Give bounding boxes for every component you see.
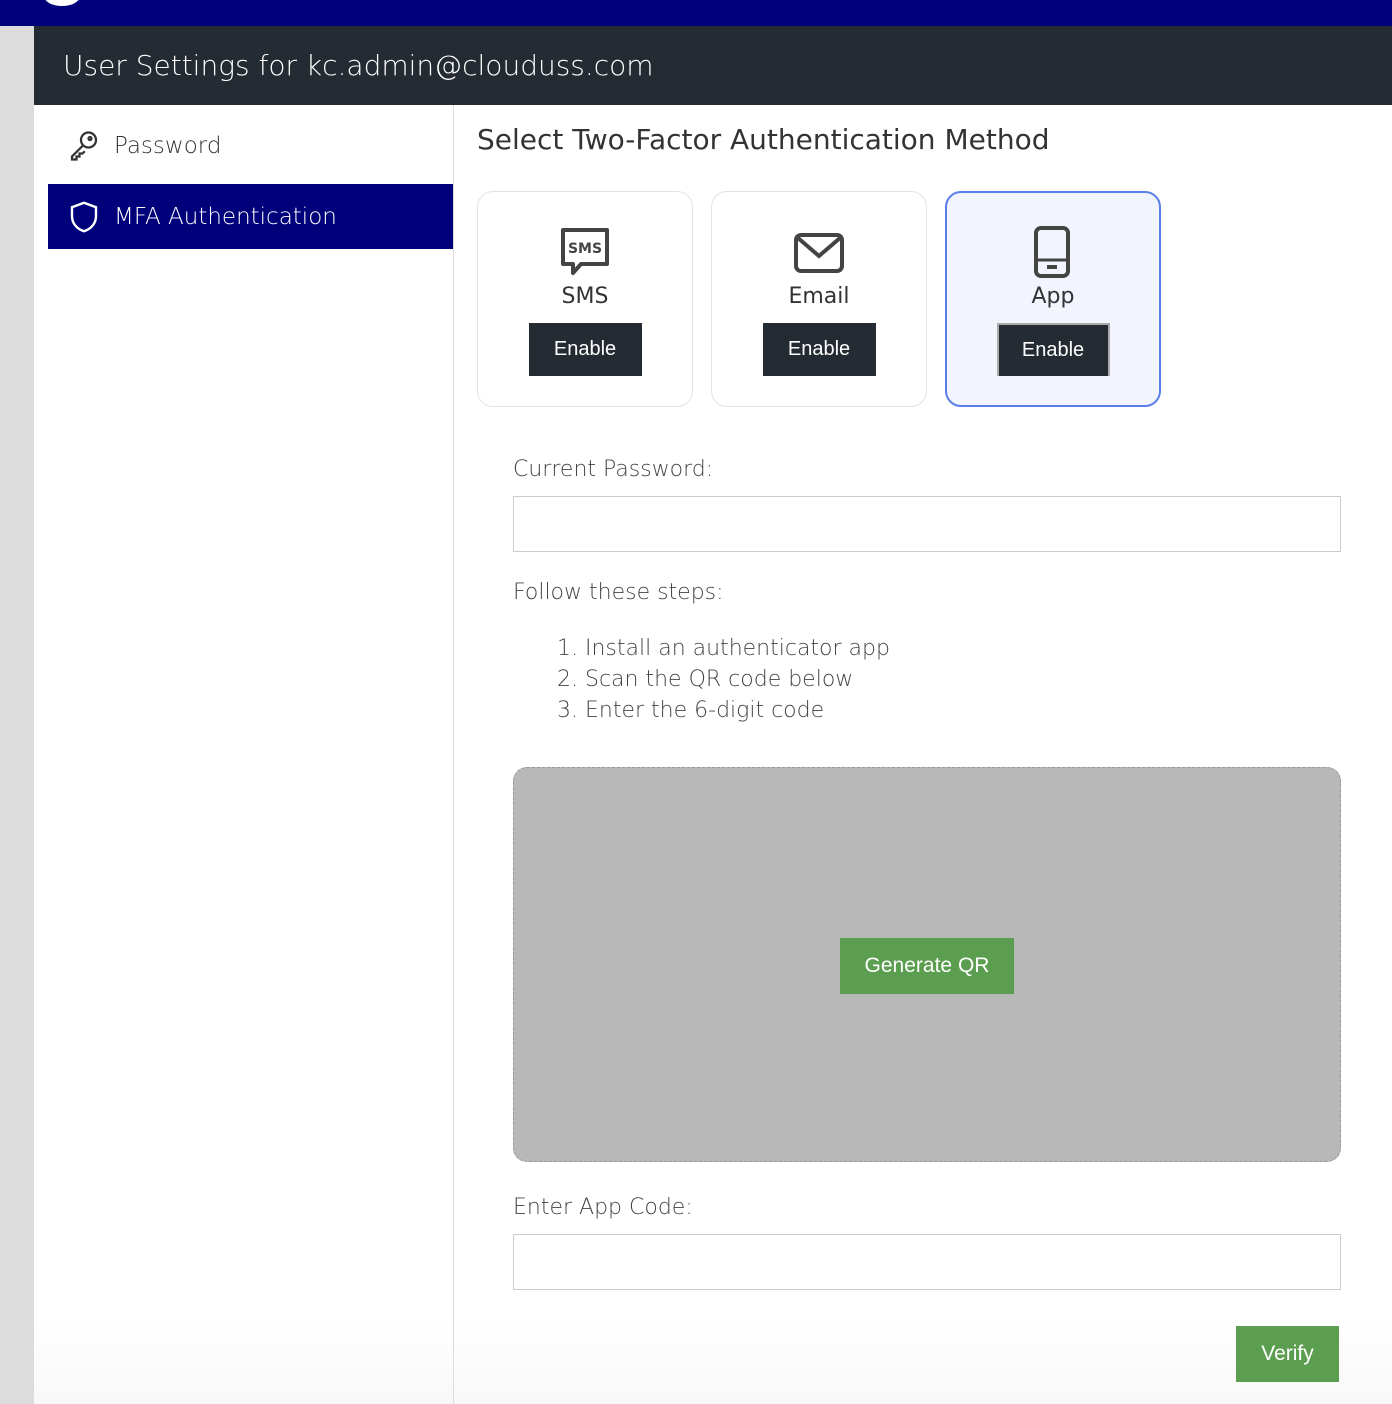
phone-icon: [1034, 226, 1070, 278]
sidebar-item-password[interactable]: Password: [48, 113, 453, 178]
svg-text:SMS: SMS: [568, 241, 602, 257]
method-card-app[interactable]: App Enable: [945, 191, 1161, 407]
step-item: Scan the QR code below: [585, 664, 890, 695]
enable-app-button[interactable]: Enable: [996, 323, 1110, 376]
verify-button[interactable]: Verify: [1236, 1326, 1339, 1382]
settings-panel: User Settings for kc.admin@clouduss.com …: [34, 26, 1392, 1404]
sidebar-item-label: Password: [114, 132, 222, 159]
shield-icon: [70, 200, 98, 233]
main-content: Select Two-Factor Authentication Method …: [454, 105, 1392, 1404]
envelope-icon: [794, 233, 844, 273]
step-item: Enter the 6-digit code: [585, 695, 890, 726]
key-icon: [70, 130, 98, 161]
steps-label: Follow these steps:: [513, 580, 724, 605]
method-label: Email: [788, 284, 850, 309]
sidebar-item-label: MFA Authentication: [114, 203, 337, 230]
current-password-input[interactable]: [513, 496, 1341, 552]
app-code-input[interactable]: [513, 1234, 1341, 1290]
sms-icon: SMS: [561, 228, 609, 275]
section-title: Select Two-Factor Authentication Method: [477, 123, 1050, 156]
sidebar-item-mfa[interactable]: MFA Authentication: [48, 184, 453, 249]
current-password-label: Current Password:: [513, 457, 714, 482]
sidebar: Password MFA Authentication: [34, 105, 454, 1404]
app-code-label: Enter App Code:: [513, 1195, 693, 1220]
method-card-sms[interactable]: SMS SMS Enable: [477, 191, 693, 407]
steps-list: Install an authenticator app Scan the QR…: [560, 633, 890, 726]
method-card-email[interactable]: Email Enable: [711, 191, 927, 407]
page-header: User Settings for kc.admin@clouduss.com: [34, 26, 1392, 105]
logo: [44, 0, 80, 6]
step-item: Install an authenticator app: [585, 633, 890, 664]
enable-email-button[interactable]: Enable: [762, 323, 876, 376]
method-label: App: [1031, 284, 1075, 309]
method-label: SMS: [561, 284, 609, 309]
qr-placeholder: Generate QR: [513, 767, 1341, 1162]
generate-qr-button[interactable]: Generate QR: [840, 938, 1014, 994]
top-bar: [0, 0, 1392, 26]
enable-sms-button[interactable]: Enable: [528, 323, 642, 376]
